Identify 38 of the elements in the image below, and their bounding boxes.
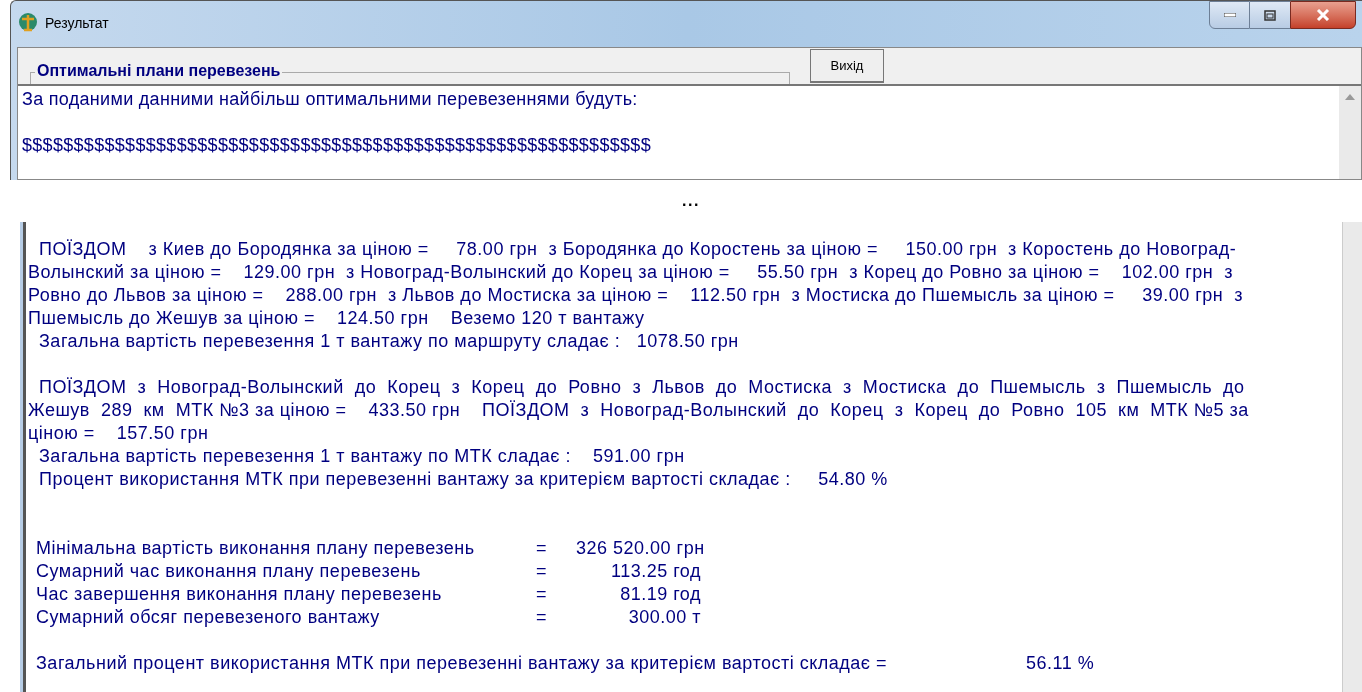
total-label: Загальний процент використання МТК при перевезенні вантажу за критерієм вартості складає = — [36, 652, 889, 675]
maximize-icon — [1264, 9, 1276, 21]
output-line: Пшемысль до Жешув за ціною = 124.50 грн Веземо 120 т вантажу — [28, 307, 646, 330]
ellipsis: ... — [681, 191, 701, 211]
output-line: ПОЇЗДОМ з Киев до Бородянка за ціною = 78.00 грн з Бородянка до Коростень за ціною = 150.00 грн з Коростень до Новоград- — [38, 238, 1238, 261]
exit-button[interactable]: Вихід — [810, 49, 884, 83]
output-line: Ровно до Львов за ціною = 288.00 грн з Львов до Мостиска за ціною = 112.50 грн з Мостиска до Пшемысль за ціною = 39.00 грн з — [28, 284, 1244, 307]
output-line: Загальна вартість перевезення 1 т вантажу по маршруту сладає : 1078.50 грн — [38, 330, 740, 353]
output-line: $$$$$$$$$$$$$$$$$$$$$$$$$$$$$$$$$$$$$$$$$$$$$$$$$$$$$$$$$$$$$ — [22, 134, 652, 157]
minimize-button[interactable] — [1209, 1, 1250, 29]
equals-sign: = — [536, 583, 548, 606]
output-line: ціною = 157.50 грн — [28, 422, 210, 445]
minimize-icon — [1223, 13, 1236, 17]
stat-value: 113.25 год — [610, 560, 701, 583]
output-line: Жешув 289 км МТК №3 за ціною = 433.50 грн ПОЇЗДОМ з Новоград-Волынский до Корец з Корец до Ровно 105 км МТК №5 за — [28, 399, 1250, 422]
scroll-up-icon[interactable] — [1345, 94, 1355, 100]
output-line: Загальна вартість перевезення 1 т вантажу по МТК сладає : 591.00 грн — [38, 445, 686, 468]
equals-sign: = — [536, 560, 548, 583]
output-line: Волынский за ціною = 129.00 грн з Новоград-Волынский до Корец за ціною = 55.50 грн з Корец до Ровно за ціною = 102.00 грн з — [28, 261, 1234, 284]
stat-label: Сумарний обсяг перевезеного вантажу — [36, 606, 381, 629]
stat-value: 81.19 год — [619, 583, 701, 606]
output-line: Процент використання МТК при перевезенні вантажу за критерієм вартості складає : 54.80 % — [38, 468, 889, 491]
stat-value: 300.00 т — [627, 606, 701, 629]
scrollbar[interactable] — [1339, 86, 1361, 179]
total-value: 56.11 % — [1026, 652, 1096, 675]
app-icon — [17, 11, 39, 33]
equals-sign: = — [536, 606, 548, 629]
output-line: За поданими данними найбільш оптимальними перевезеннями будуть: — [22, 88, 639, 111]
stat-value: 326 520.00 грн — [576, 537, 701, 560]
close-button[interactable] — [1290, 1, 1356, 29]
stat-label: Час завершення виконання плану перевезень — [36, 583, 443, 606]
window-title: Результат — [45, 14, 109, 33]
stat-label: Сумарний час виконання плану перевезень — [36, 560, 422, 583]
output-line: ПОЇЗДОМ з Новоград-Волынский до Корец з Корец до Ровно з Львов до Мостиска з Мостиска до Пшемысль з Пшемысль до — [38, 376, 1246, 399]
close-icon — [1316, 9, 1330, 21]
equals-sign: = — [536, 537, 548, 560]
stat-label: Мінімальна вартість виконання плану перевезень — [36, 537, 476, 560]
maximize-button[interactable] — [1250, 1, 1290, 29]
